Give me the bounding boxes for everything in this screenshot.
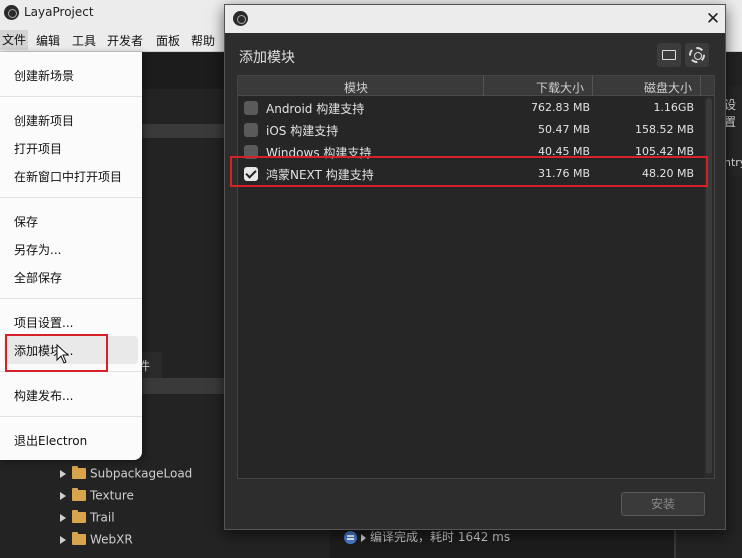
chevron-right-icon[interactable]: [60, 491, 66, 500]
close-icon[interactable]: ✕: [703, 9, 723, 29]
menu-panels[interactable]: 面板: [156, 32, 180, 49]
menu-item-new-project[interactable]: 创建新项目: [14, 112, 74, 129]
folder-icon: [72, 510, 86, 523]
column-header-download-size[interactable]: 下载大小: [536, 79, 584, 96]
menu-item-project-settings[interactable]: 项目设置...: [14, 314, 73, 331]
dialog-titlebar: ✕: [225, 5, 725, 33]
module-checkbox-ios[interactable]: [244, 123, 258, 137]
menu-separator: [0, 96, 142, 97]
menu-separator: [0, 197, 142, 198]
module-table: 模块 下载大小 磁盘大小 Android 构建支持 762.83 MB 1.16…: [237, 75, 715, 479]
column-header-disk-size[interactable]: 磁盘大小: [644, 79, 692, 96]
install-button[interactable]: 安装: [621, 492, 705, 516]
table-scrollbar[interactable]: [704, 96, 714, 478]
cursor-icon: [56, 344, 70, 364]
menu-file[interactable]: 文件: [0, 30, 29, 50]
panel-divider: [674, 530, 676, 558]
menu-item-open-project[interactable]: 打开项目: [14, 140, 62, 157]
menu-edit[interactable]: 编辑: [36, 32, 60, 49]
tree-item-subpackageload[interactable]: SubpackageLoad: [60, 466, 192, 484]
gear-icon: [689, 47, 705, 63]
module-checkbox-android[interactable]: [244, 101, 258, 115]
inspector-label-2: ntry: [724, 156, 742, 169]
menu-help[interactable]: 帮助: [191, 32, 215, 49]
folder-icon: [72, 488, 86, 501]
tree-item-webxr[interactable]: WebXR: [60, 532, 133, 550]
highlight-box-harmony-row: [230, 156, 708, 187]
add-module-dialog: ✕ 添加模块 模块 下载大小 磁盘大小 Android 构建支持 762.83 …: [224, 4, 726, 530]
menu-item-exit[interactable]: 退出Electron: [14, 432, 87, 449]
menu-tools[interactable]: 工具: [72, 32, 96, 49]
table-header: 模块 下载大小 磁盘大小: [238, 76, 714, 96]
menu-item-save-all[interactable]: 全部保存: [14, 269, 62, 286]
app-logo-icon: [233, 11, 248, 26]
settings-button[interactable]: [685, 43, 709, 67]
chevron-right-icon[interactable]: [60, 513, 66, 522]
dialog-title: 添加模块: [239, 50, 295, 66]
column-separator[interactable]: [700, 76, 701, 96]
column-header-module[interactable]: 模块: [344, 79, 368, 96]
app-title: LayaProject: [24, 5, 94, 19]
tree-item-trail[interactable]: Trail: [60, 510, 115, 528]
tree-item-texture[interactable]: Texture: [60, 488, 134, 506]
table-row[interactable]: iOS 构建支持 50.47 MB 158.52 MB: [238, 119, 708, 141]
open-folder-button[interactable]: [657, 43, 681, 67]
chevron-right-icon[interactable]: [60, 535, 66, 544]
module-download-size: 762.83 MB: [530, 101, 590, 114]
module-download-size: 50.47 MB: [537, 123, 590, 136]
menu-item-build-publish[interactable]: 构建发布...: [14, 387, 73, 404]
module-disk-size: 158.52 MB: [634, 123, 694, 136]
module-name: Android 构建支持: [266, 102, 365, 116]
table-row[interactable]: Android 构建支持 762.83 MB 1.16GB: [238, 97, 708, 119]
chevron-right-icon[interactable]: [361, 533, 366, 542]
inspector-label: 设置: [724, 98, 737, 129]
folder-open-icon: [662, 50, 676, 60]
module-name: iOS 构建支持: [266, 124, 339, 138]
console-message-row[interactable]: 编译完成，耗时 1642 ms: [344, 528, 674, 548]
menu-item-new-scene[interactable]: 创建新场景: [14, 67, 74, 84]
chevron-right-icon[interactable]: [60, 469, 66, 478]
menu-separator: [0, 298, 142, 299]
menu-item-save[interactable]: 保存: [14, 213, 38, 230]
file-menu: 创建新场景 创建新项目 打开项目 在新窗口中打开项目 保存 另存为... 全部保…: [0, 52, 142, 460]
menu-item-save-as[interactable]: 另存为...: [14, 241, 61, 258]
app-logo-icon: [4, 5, 19, 20]
column-separator[interactable]: [592, 76, 593, 96]
menu-developer[interactable]: 开发者: [107, 32, 143, 49]
folder-icon: [72, 532, 86, 545]
folder-icon: [72, 466, 86, 479]
module-disk-size: 1.16GB: [653, 101, 694, 114]
console-info-icon: [344, 531, 357, 544]
menu-item-open-in-new-window[interactable]: 在新窗口中打开项目: [14, 168, 122, 185]
column-separator[interactable]: [483, 76, 484, 96]
console-message: 编译完成，耗时 1642 ms: [370, 530, 511, 544]
scrollbar-thumb[interactable]: [706, 98, 712, 474]
menu-separator: [0, 416, 142, 417]
